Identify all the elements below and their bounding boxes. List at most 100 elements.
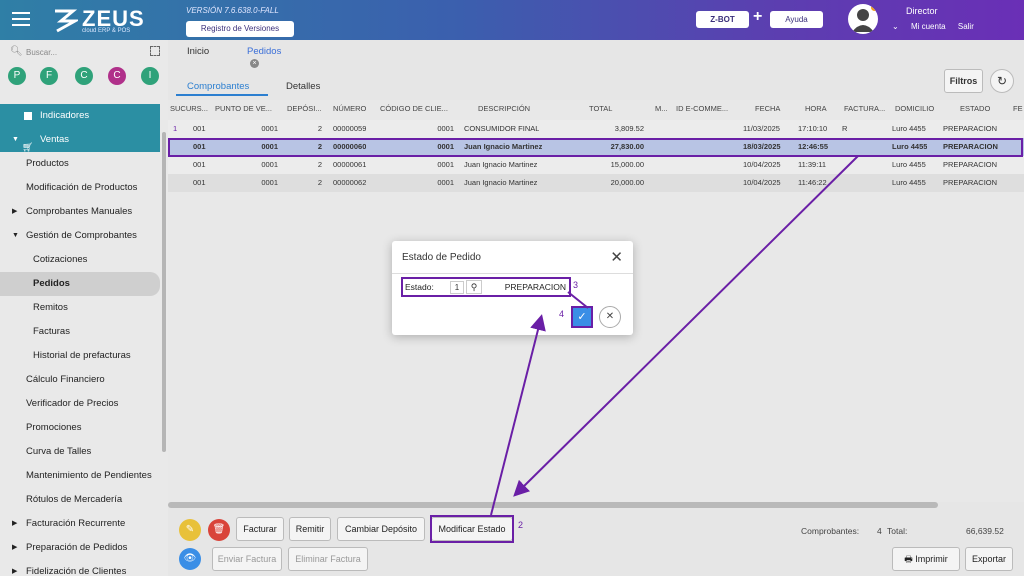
confirm-check-icon[interactable]: ✓ [571,306,593,328]
zbot-button[interactable]: Z-BOT [696,11,749,28]
registro-versiones-button[interactable]: Registro de Versiones [186,21,294,37]
shortcut-f[interactable]: F [40,67,58,85]
remitir-button[interactable]: Remitir [289,517,331,541]
sidebar-item-facturas[interactable]: Facturas [0,320,160,344]
close-icon[interactable]: ✕ [610,248,623,266]
table-row[interactable]: 001 0001 2 00000062 0001 Juan Ignacio Ma… [168,174,1024,192]
printer-icon: 🖶︎ [904,554,916,564]
sidebar-item-promociones[interactable]: Promociones [0,416,160,440]
col-punto-venta[interactable]: PUNTO DE VE... [215,104,279,113]
col-numero[interactable]: NÚMERO [333,104,371,113]
sidebar-search[interactable]: 🔍︎ Buscar... [10,46,160,60]
sidebar-scrollbar[interactable] [162,132,166,452]
mi-cuenta-link[interactable]: Mi cuenta [911,22,946,31]
user-name: Director [906,6,938,16]
grid-icon [24,112,32,120]
chevron-down-icon[interactable]: ⌄ [892,22,899,31]
sidebar-menu: Indicadores ▼ 🛒︎ Ventas Productos Modifi… [0,104,160,576]
close-icon[interactable]: × [250,59,259,68]
col-sucursal[interactable]: SUCURS... [170,104,210,113]
delete-trash-icon[interactable]: 🗑︎ [208,519,230,541]
search-input[interactable]: Buscar... [26,48,57,57]
total-label: Total: [887,526,908,536]
app-header: ZEUS cloud ERP & POS VERSIÓN 7.6.638.0-F… [0,0,1024,40]
sidebar-item-pedidos[interactable]: Pedidos [0,272,160,296]
dialog-title: Estado de Pedido [402,252,481,263]
tab-inicio[interactable]: Inicio [187,46,209,57]
sidebar-item-mantenimiento-pendientes[interactable]: Mantenimiento de Pendientes [0,464,160,488]
salir-link[interactable]: Salir [958,22,974,31]
caret-down-icon: ▼ [12,136,19,143]
col-fecha[interactable]: FECHA [755,104,785,113]
shortcut-i[interactable]: I [141,67,159,85]
edit-pencil-icon[interactable]: ✎ [179,519,201,541]
shortcut-p[interactable]: P [8,67,26,85]
sidebar-item-ventas[interactable]: ▼ 🛒︎ Ventas [0,128,160,152]
col-descripcion[interactable]: DESCRIPCIÓN [478,104,548,113]
tab-detalles[interactable]: Detalles [286,81,320,92]
eliminar-factura-button[interactable]: Eliminar Factura [288,547,368,571]
cambiar-deposito-button[interactable]: Cambiar Depósito [337,517,425,541]
ayuda-button[interactable]: Ayuda [770,11,823,28]
imprimir-button[interactable]: 🖶︎ Imprimir [892,547,960,571]
plus-icon: + [753,8,763,25]
table-row[interactable]: 1 001 0001 2 00000059 0001 CONSUMIDOR FI… [168,120,1024,138]
sidebar-item-verificador-precios[interactable]: Verificador de Precios [0,392,160,416]
exportar-button[interactable]: Exportar [965,547,1013,571]
col-domicilio[interactable]: DOMICILIO [895,104,941,113]
sidebar: 🔍︎ Buscar... P F C C I Indicadores ▼ 🛒︎ … [0,40,168,576]
comprobantes-count-value: 4 [877,526,882,536]
sidebar-item-productos[interactable]: Productos [0,152,160,176]
sidebar-item-historial-prefacturas[interactable]: Historial de prefacturas [0,344,160,368]
sidebar-item-comprobantes-manuales[interactable]: ▶ Comprobantes Manuales [0,200,160,224]
search-icon[interactable]: ⚲ [466,280,482,294]
facturar-button[interactable]: Facturar [236,517,284,541]
sidebar-item-preparacion-pedidos[interactable]: ▶ Preparación de Pedidos [0,536,160,560]
user-links: ⌄ Mi cuenta Salir [892,22,984,31]
col-codigo-cliente[interactable]: CÓDIGO DE CLIE... [380,104,455,113]
col-fe[interactable]: FE [1013,104,1024,113]
tab-pedidos[interactable]: Pedidos× [247,46,281,68]
tab-comprobantes[interactable]: Comprobantes [187,81,249,92]
annotation-3: 3 [573,280,579,290]
total-value: 66,639.52 [966,526,1004,536]
col-factura[interactable]: FACTURA... [844,104,886,113]
avatar[interactable] [848,4,878,34]
caret-down-icon: ▼ [12,232,19,239]
col-total[interactable]: TOTAL [589,104,619,113]
sidebar-item-facturacion-recurrente[interactable]: ▶ Facturación Recurrente [0,512,160,536]
search-icon: 🔍︎ [10,46,23,57]
enviar-factura-button[interactable]: Enviar Factura [212,547,282,571]
table-row[interactable]: 001 0001 2 00000061 0001 Juan Ignacio Ma… [168,156,1024,174]
hamburger-menu-icon[interactable] [12,12,30,28]
sidebar-item-gestion-comprobantes[interactable]: ▼ Gestión de Comprobantes [0,224,160,248]
col-deposito[interactable]: DEPÓSI... [287,104,323,113]
cancel-x-icon[interactable]: ✕ [599,306,621,328]
filtros-button[interactable]: Filtros [944,69,983,93]
estado-code-input[interactable]: 1 [450,281,464,294]
col-m[interactable]: M... [655,104,671,113]
sidebar-item-fidelizacion-clientes[interactable]: ▶ Fidelización de Clientes [0,560,160,576]
annotation-2: 2 [518,520,524,530]
col-hora[interactable]: HORA [805,104,833,113]
shortcut-c[interactable]: C [75,67,93,85]
col-estado[interactable]: ESTADO [960,104,996,113]
sidebar-item-indicadores[interactable]: Indicadores [0,104,160,128]
sidebar-item-modificacion-productos[interactable]: Modificación de Productos [0,176,160,200]
refresh-icon[interactable]: ↻ [990,69,1014,93]
expand-icon[interactable] [150,46,160,56]
eye-icon[interactable]: 👁︎ [179,548,201,570]
logo-subtitle: cloud ERP & POS [82,28,131,34]
caret-right-icon: ▶ [12,208,18,215]
table-horizontal-scrollbar[interactable] [168,502,938,508]
sidebar-item-calculo-financiero[interactable]: Cálculo Financiero [0,368,160,392]
sidebar-item-rotulos-mercaderia[interactable]: Rótulos de Mercadería [0,488,160,512]
col-id-ecommerce[interactable]: ID E-COMME... [676,104,734,113]
sidebar-item-curva-talles[interactable]: Curva de Talles [0,440,160,464]
shortcut-c-2[interactable]: C [108,67,126,85]
sidebar-item-cotizaciones[interactable]: Cotizaciones [0,248,160,272]
caret-right-icon: ▶ [12,544,18,551]
sidebar-item-remitos[interactable]: Remitos [0,296,160,320]
version-label: VERSIÓN 7.6.638.0-FALL [186,6,279,15]
annotation-4: 4 [559,309,565,319]
